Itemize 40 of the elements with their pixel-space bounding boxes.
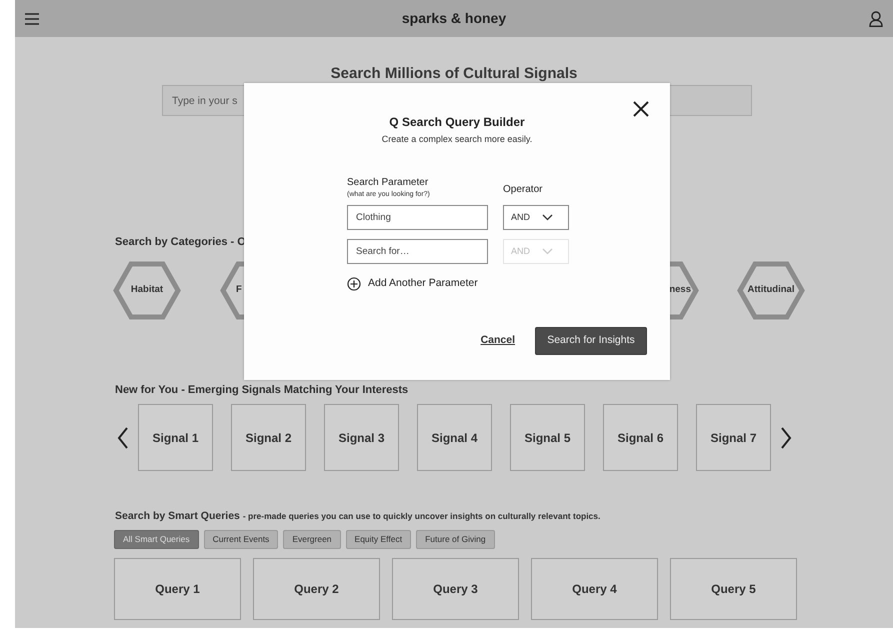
filter-tab[interactable]: Current Events — [204, 530, 278, 549]
operator-dropdown: AND — [503, 239, 569, 264]
caret-icon — [542, 248, 554, 255]
signal-card[interactable]: Signal 4 — [417, 404, 492, 471]
field-label: Search Parameter — [347, 176, 430, 190]
section-heading: New for You - Emerging Signals Matching Your Interests — [115, 382, 410, 398]
signal-card[interactable]: Signal 6 — [603, 404, 678, 471]
chevron-left-icon[interactable] — [116, 426, 130, 450]
user-icon[interactable] — [868, 10, 883, 26]
signal-card[interactable]: Signal 1 — [138, 404, 213, 471]
query-card[interactable]: Query 2 — [253, 558, 380, 620]
chevron-right-icon[interactable] — [779, 426, 793, 450]
caret-icon — [542, 214, 554, 221]
filter-tab[interactable]: Evergreen — [283, 530, 341, 549]
section-heading: Search by Smart Queries - pre-made queries you can use to quickly uncover insights on culturally relevant topics. — [115, 509, 602, 524]
signal-card[interactable]: Signal 7 — [696, 404, 771, 471]
app-title: sparks & honey — [402, 9, 506, 28]
category-button[interactable]: Attitudinal — [737, 260, 805, 320]
query-card[interactable]: Query 1 — [114, 558, 241, 620]
query-card[interactable]: Query 3 — [392, 558, 519, 620]
signal-card[interactable]: Signal 2 — [231, 404, 306, 471]
signal-card[interactable]: Signal 3 — [324, 404, 399, 471]
add-parameter-button[interactable]: Add Another Parameter — [347, 276, 478, 292]
menu-icon[interactable] — [25, 12, 39, 24]
operator-dropdown[interactable]: AND — [503, 205, 569, 230]
modal-subtitle: Create a complex search more easily. — [380, 133, 534, 146]
query-card[interactable]: Query 5 — [670, 558, 797, 620]
page-heading: Search Millions of Cultural Signals — [330, 65, 578, 83]
query-card[interactable]: Query 4 — [531, 558, 658, 620]
cancel-link[interactable]: Cancel — [480, 333, 515, 349]
parameter-field[interactable]: Clothing — [347, 205, 488, 230]
modal-title: Q Search Query Builder — [388, 114, 526, 131]
filter-tab[interactable]: Future of Giving — [416, 530, 495, 549]
close-icon[interactable] — [632, 100, 650, 118]
plus-circle-icon — [347, 276, 361, 291]
search-button[interactable]: Search for Insights — [535, 327, 647, 355]
filter-tab[interactable]: Equity Effect — [346, 530, 412, 549]
field-label: Operator — [503, 183, 542, 197]
category-button[interactable]: Habitat — [113, 260, 181, 320]
signal-card[interactable]: Signal 5 — [510, 404, 585, 471]
